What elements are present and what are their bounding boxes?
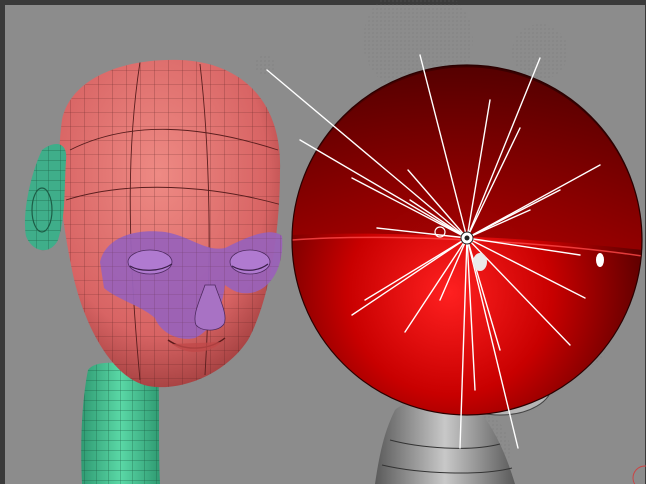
specular-highlight bbox=[596, 253, 604, 267]
3d-viewport[interactable] bbox=[0, 0, 646, 484]
